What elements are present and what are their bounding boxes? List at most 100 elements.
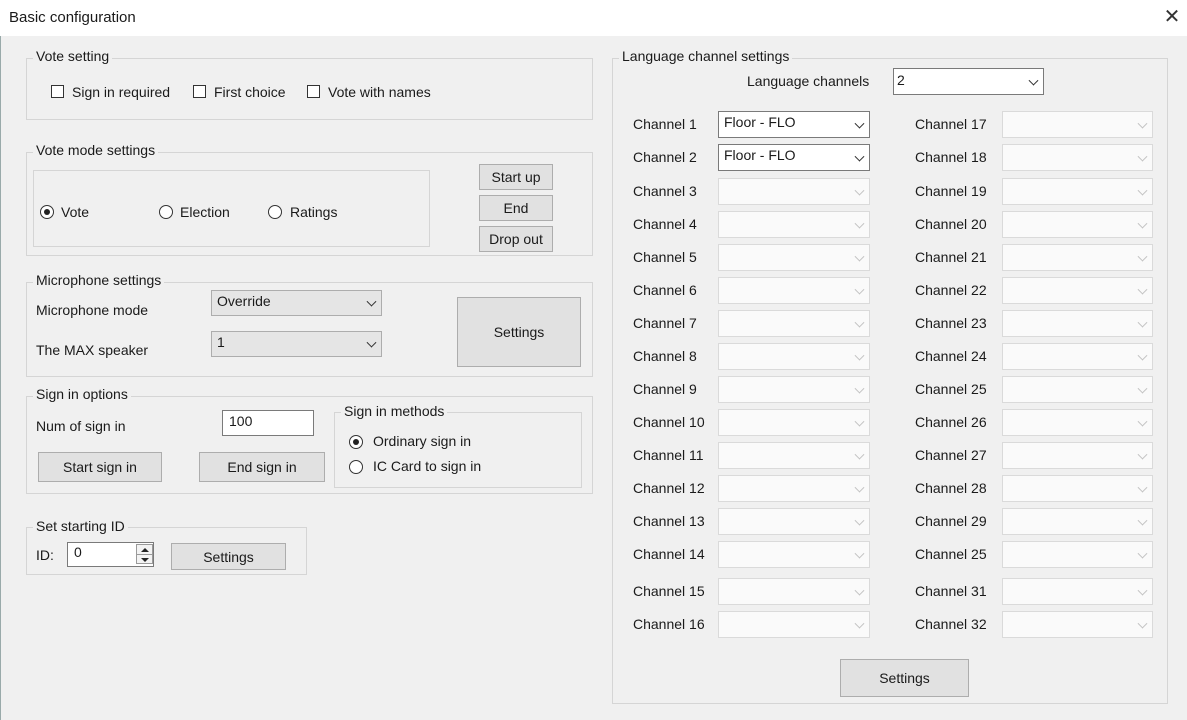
sign-in-methods-title: Sign in methods <box>341 403 448 419</box>
chevron-down-icon <box>366 337 377 348</box>
close-icon[interactable]: ✕ <box>1161 6 1183 28</box>
channel-select[interactable] <box>1002 578 1153 605</box>
channel-select-value: Floor - FLO <box>724 147 796 163</box>
channel-select[interactable]: Floor - FLO <box>718 111 870 138</box>
drop-out-button[interactable]: Drop out <box>479 226 553 252</box>
chevron-down-icon <box>854 118 865 129</box>
chevron-down-icon <box>854 618 865 629</box>
spinner-up-icon[interactable] <box>137 545 152 554</box>
sign-in-required-label[interactable]: Sign in required <box>72 84 170 100</box>
ic-card-sign-in-label[interactable]: IC Card to sign in <box>373 458 481 474</box>
end-sign-in-button[interactable]: End sign in <box>199 452 325 482</box>
language-channels-value: 2 <box>897 72 905 88</box>
channel-select[interactable] <box>1002 244 1153 271</box>
channel-select[interactable] <box>718 611 870 638</box>
channel-label: Channel 5 <box>633 249 697 265</box>
vote-radio-label[interactable]: Vote <box>61 204 89 220</box>
channel-label: Channel 1 <box>633 116 697 132</box>
channel-label: Channel 2 <box>633 149 697 165</box>
start-sign-in-button[interactable]: Start sign in <box>38 452 162 482</box>
spinner-down-icon[interactable] <box>137 554 152 564</box>
chevron-down-icon <box>1137 515 1148 526</box>
channel-select[interactable] <box>718 541 870 568</box>
chevron-down-icon <box>1028 75 1039 86</box>
vote-with-names-checkbox[interactable] <box>307 85 320 98</box>
vote-mode-radio-box <box>33 170 430 247</box>
microphone-settings-button[interactable]: Settings <box>457 297 581 367</box>
channel-label: Channel 23 <box>915 315 987 331</box>
channel-label: Channel 13 <box>633 513 705 529</box>
channel-select[interactable] <box>1002 611 1153 638</box>
sign-in-required-checkbox[interactable] <box>51 85 64 98</box>
channel-select[interactable] <box>1002 111 1153 138</box>
channel-select[interactable] <box>1002 475 1153 502</box>
end-button[interactable]: End <box>479 195 553 221</box>
chevron-down-icon <box>854 350 865 361</box>
vote-with-names-label[interactable]: Vote with names <box>328 84 431 100</box>
ratings-radio[interactable] <box>268 205 282 219</box>
channel-select[interactable]: Floor - FLO <box>718 144 870 171</box>
channel-select[interactable] <box>718 475 870 502</box>
channel-label: Channel 3 <box>633 183 697 199</box>
num-sign-in-label: Num of sign in <box>36 418 126 434</box>
channel-select[interactable] <box>1002 442 1153 469</box>
chevron-down-icon <box>1137 251 1148 262</box>
chevron-down-icon <box>854 585 865 596</box>
chevron-down-icon <box>854 251 865 262</box>
channel-select[interactable] <box>718 178 870 205</box>
channel-select-value: Floor - FLO <box>724 114 796 130</box>
channel-select[interactable] <box>1002 211 1153 238</box>
ic-card-sign-in-radio[interactable] <box>349 460 363 474</box>
channel-select[interactable] <box>1002 277 1153 304</box>
sign-in-options-title: Sign in options <box>33 386 131 402</box>
channel-select[interactable] <box>718 343 870 370</box>
ordinary-sign-in-radio[interactable] <box>349 435 363 449</box>
channel-select[interactable] <box>718 442 870 469</box>
language-channels-select[interactable]: 2 <box>893 68 1044 95</box>
max-speaker-label: The MAX speaker <box>36 342 149 358</box>
basic-configuration-window: Basic configuration ✕ Vote setting Sign … <box>0 0 1187 720</box>
chevron-down-icon <box>854 151 865 162</box>
channel-select[interactable] <box>1002 376 1153 403</box>
channel-select[interactable] <box>1002 409 1153 436</box>
microphone-mode-value: Override <box>217 293 271 309</box>
channel-label: Channel 22 <box>915 282 987 298</box>
id-spinner[interactable] <box>136 544 153 564</box>
max-speaker-select[interactable]: 1 <box>211 331 382 357</box>
ordinary-sign-in-label[interactable]: Ordinary sign in <box>373 433 471 449</box>
chevron-down-icon <box>1137 416 1148 427</box>
start-up-button[interactable]: Start up <box>479 164 553 190</box>
starting-id-settings-button[interactable]: Settings <box>171 543 286 570</box>
microphone-title: Microphone settings <box>33 272 165 288</box>
channel-select[interactable] <box>1002 508 1153 535</box>
first-choice-label[interactable]: First choice <box>214 84 286 100</box>
vote-radio[interactable] <box>40 205 54 219</box>
channel-select[interactable] <box>718 310 870 337</box>
language-settings-button[interactable]: Settings <box>840 659 969 697</box>
chevron-down-icon <box>854 185 865 196</box>
channel-select[interactable] <box>1002 178 1153 205</box>
election-radio-label[interactable]: Election <box>180 204 230 220</box>
chevron-down-icon <box>854 449 865 460</box>
channel-select[interactable] <box>718 409 870 436</box>
title-bar: Basic configuration ✕ <box>0 0 1187 36</box>
chevron-down-icon <box>1137 383 1148 394</box>
ratings-radio-label[interactable]: Ratings <box>290 204 337 220</box>
num-sign-in-input[interactable]: 100 <box>222 410 314 436</box>
language-channels-label: Language channels <box>747 73 870 89</box>
chevron-down-icon <box>366 296 377 307</box>
channel-select[interactable] <box>1002 343 1153 370</box>
channel-select[interactable] <box>1002 310 1153 337</box>
channel-select[interactable] <box>718 578 870 605</box>
channel-select[interactable] <box>718 277 870 304</box>
election-radio[interactable] <box>159 205 173 219</box>
channel-select[interactable] <box>718 244 870 271</box>
language-channel-title: Language channel settings <box>619 48 793 64</box>
microphone-mode-select[interactable]: Override <box>211 290 382 316</box>
channel-select[interactable] <box>718 376 870 403</box>
channel-select[interactable] <box>718 211 870 238</box>
first-choice-checkbox[interactable] <box>193 85 206 98</box>
channel-select[interactable] <box>718 508 870 535</box>
channel-select[interactable] <box>1002 541 1153 568</box>
channel-select[interactable] <box>1002 144 1153 171</box>
